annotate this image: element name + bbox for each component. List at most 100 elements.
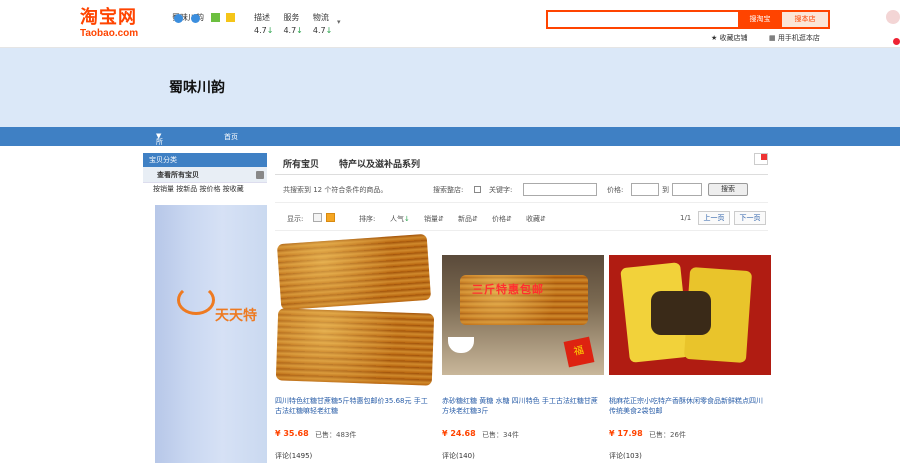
search-store-button[interactable]: 搜本店 [782,12,828,27]
info-icon[interactable] [174,14,183,23]
main-content: 所有宝贝 特产以及滋补品系列 共搜索到 12 个符合条件的商品。 搜索整店: 关… [275,153,771,460]
sidebar-sorts[interactable]: 按销量 按新品 按价格 按收藏 [143,183,267,195]
grid-view-icon[interactable] [326,213,335,222]
down-arrow-icon: ↓ [325,26,333,35]
snack-image [651,291,711,335]
price-label: 价格: [607,186,624,194]
mobile-link[interactable]: ▦ 用手机逛本店 [769,33,820,43]
side-tool-icon[interactable] [886,10,900,24]
tabs: 所有宝贝 特产以及滋补品系列 [275,153,768,175]
product-card[interactable]: 桃麻花正宗小吃特产香酥休闲零食品新鲜糕点四川传统美食2袋包邮 ¥ 17.98 已… [609,235,771,470]
shop-ratings: 描述 4.7↓ 服务 4.7↓ 物流 4.7↓ [254,12,332,35]
star-icon: ★ [711,34,718,42]
shop-banner: 蜀味川韵 [0,48,900,127]
sort-price-label: 价格 [492,215,506,223]
sort-new-label: 新品 [458,215,472,223]
search-input[interactable] [548,12,738,27]
display-label: 显示: [287,215,304,223]
sort-bar: 显示: 排序: 人气↓ 销量⇵ 新品⇵ 价格⇵ 收藏⇵ 1/1 上一页 下一页 [275,207,768,231]
sort-label: 排序: [359,215,376,223]
sort-sales-label: 销量 [424,215,438,223]
product-name[interactable]: 桃麻花正宗小吃特产香酥休闲零食品新鲜糕点四川传统美食2袋包邮 [609,396,767,416]
sort-sales[interactable]: 销量⇵ [424,214,444,224]
rating-score: 4.7 [283,26,297,35]
search-store-checkbox[interactable] [474,186,481,193]
sort-new[interactable]: 新品⇵ [458,214,478,224]
gold-badge-icon [226,13,236,22]
product-image[interactable] [609,255,771,375]
favorite-store-link[interactable]: ★ 收藏店铺 [711,33,748,43]
product-sold: 已售：483件 [315,431,357,439]
price-min-input[interactable] [631,183,659,196]
taobao-logo[interactable]: 淘宝网 Taobao.com [80,8,156,40]
sort-popularity[interactable]: 人气↓ [390,214,410,224]
mobile-label: 用手机逛本店 [777,34,820,42]
sidebar-all-items[interactable]: 查看所有宝贝 [143,167,267,183]
rating-score: 4.7 [312,26,326,35]
product-price: ¥ 35.68 [275,429,309,438]
arrow-icon: ↓ [404,215,410,223]
nav-home[interactable]: 首页 [224,132,238,142]
product-sold: 已售：26件 [649,431,686,439]
product-sold: 已售：34件 [482,431,519,439]
qrcode-icon: ▦ [769,34,776,42]
logo-cn: 淘宝网 [80,7,137,28]
product-image[interactable] [275,233,437,390]
nav-all-categories[interactable]: 所有分类 ▼ [156,132,163,176]
product-image[interactable]: 三斤特惠包邮 福 [442,255,604,375]
sort-popularity-label: 人气 [390,215,404,223]
smile-logo-icon [177,285,215,315]
promo-text: 天天特 [215,308,257,324]
rating-label: 物流 [312,13,329,22]
product-reviews[interactable]: 评论(140) [442,451,475,461]
sidebar-promo-image[interactable]: 天天特 [155,205,267,463]
product-card[interactable]: 四川特色红糖甘蔗糖5斤特惠包邮价35.68元 手工古法红糖嘛轻老红糖 ¥ 35.… [275,233,437,470]
list-view-icon[interactable] [313,213,322,222]
cup-icon [448,337,474,353]
search-taobao-button[interactable]: 搜淘宝 [738,12,782,27]
sort-favorites[interactable]: 收藏⇵ [526,214,546,224]
price-max-input[interactable] [672,183,702,196]
rating-score: 4.7 [254,26,267,35]
product-reviews[interactable]: 评论(1495) [275,451,312,461]
fu-card-icon: 福 [563,336,595,368]
corner-tag-icon [754,153,768,165]
shop-badge-icon [210,13,220,22]
sidebar-header: 宝贝分类 [143,153,267,167]
rating-label: 服务 [283,13,300,22]
product-name[interactable]: 赤砂糖红糖 黄糖 水糖 四川特色 手工古法红糖甘蔗方块老红糖3斤 [442,396,600,416]
collapse-icon[interactable] [256,171,264,179]
search-store-label: 搜索整店: [433,186,464,194]
wangwang-icon[interactable] [191,14,200,23]
next-page-button[interactable]: 下一页 [734,211,766,225]
product-reviews[interactable]: 评论(103) [609,451,642,461]
prev-page-button[interactable]: 上一页 [698,211,730,225]
sort-price[interactable]: 价格⇵ [492,214,512,224]
sidebar-all-label: 查看所有宝贝 [157,171,199,179]
filter-search-button[interactable]: 搜索 [708,183,748,196]
top-bar: 淘宝网 Taobao.com 蜀味川韵 描述 4.7↓ 服务 4.7↓ 物流 4.7↓… [0,0,900,48]
rating-label: 描述 [254,13,270,22]
product-name[interactable]: 四川特色红糖甘蔗糖5斤特惠包邮价35.68元 手工古法红糖嘛轻老红糖 [275,396,433,416]
brown-sugar-block [275,308,435,386]
fav-label: 收藏店铺 [719,34,748,42]
sort-favorites-label: 收藏 [526,215,540,223]
shop-nav: 所有分类 ▼ 首页 [0,127,900,176]
keyword-input[interactable] [523,183,597,196]
page-indicator: 1/1 [680,214,692,222]
price-to-label: 到 [662,186,669,194]
result-count: 共搜索到 12 个符合条件的商品。 [283,186,388,194]
side-dot-icon[interactable] [893,38,900,45]
product-image-text: 三斤特惠包邮 [472,283,544,296]
down-arrow-icon: ↓ [296,26,303,35]
down-arrow-icon: ↓ [266,26,274,35]
keyword-label: 关键字: [489,186,513,194]
filter-bar: 共搜索到 12 个符合条件的商品。 搜索整店: 关键字: 价格: 到 搜索 [275,175,768,203]
logo-en: Taobao.com [80,28,139,39]
tab-all-items[interactable]: 所有宝贝 [283,157,319,170]
banner-title: 蜀味川韵 [169,80,225,96]
tab-category[interactable]: 特产以及滋补品系列 [339,157,420,170]
chevron-down-icon[interactable]: ▾ [337,18,341,26]
product-price: ¥ 24.68 [442,429,476,438]
product-card[interactable]: 三斤特惠包邮 福 赤砂糖红糖 黄糖 水糖 四川特色 手工古法红糖甘蔗方块老红糖3… [442,235,604,470]
